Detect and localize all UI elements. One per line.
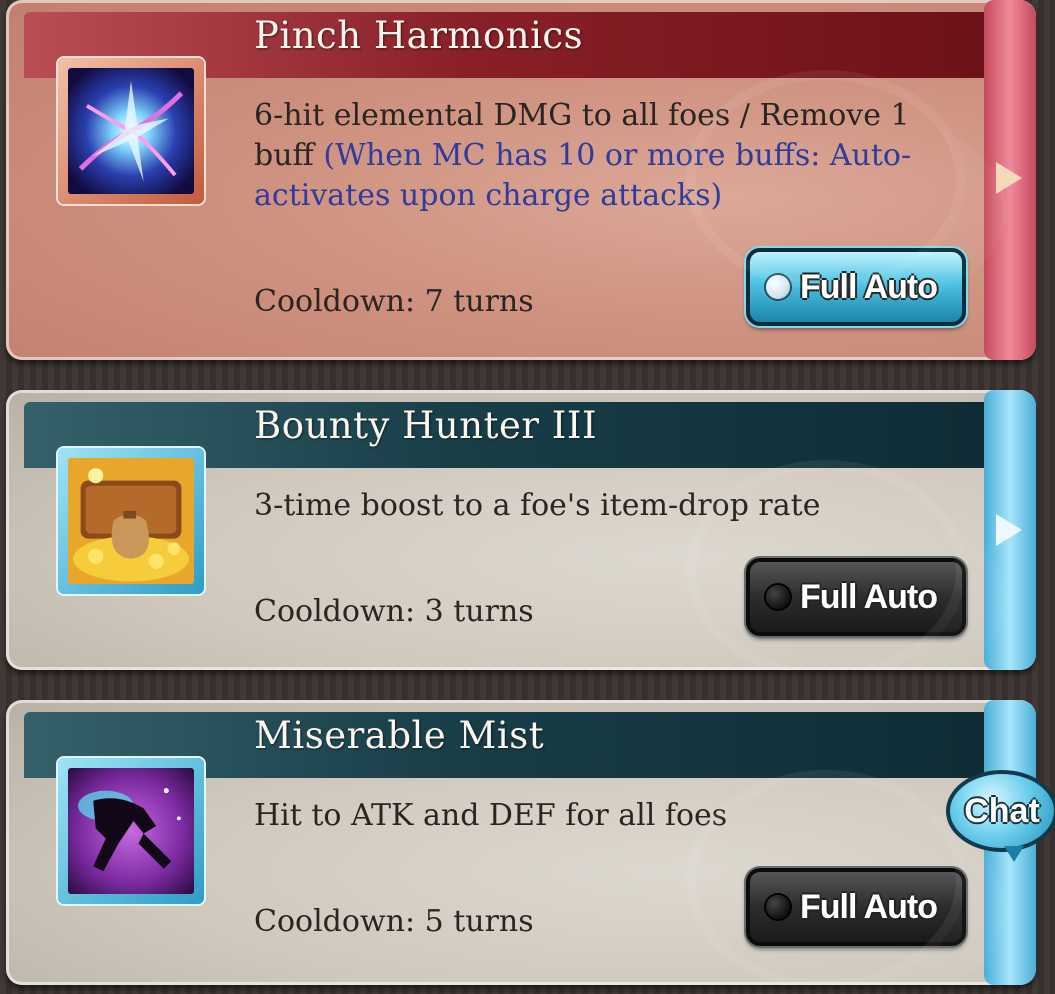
- skill-card-miserable-mist[interactable]: Miserable Mist Hit to ATK and DEF for al…: [6, 700, 1036, 985]
- skill-cooldown: Cooldown: 3 turns: [254, 594, 534, 629]
- toggle-indicator-icon: [766, 585, 790, 609]
- skill-description: Hit to ATK and DEF for all foes: [254, 798, 728, 833]
- skill-detail-tab[interactable]: [984, 390, 1036, 670]
- poison-mist-figure-icon: [68, 768, 194, 894]
- skill-condition-text: (When MC has 10 or more buffs: Auto-acti…: [254, 138, 912, 213]
- skill-icon-frame[interactable]: [58, 58, 204, 204]
- skill-icon-frame[interactable]: [58, 448, 204, 594]
- toggle-indicator-icon: [766, 895, 790, 919]
- full-auto-label: Full Auto: [800, 267, 938, 306]
- skill-description: 3-time boost to a foe's item-drop rate: [254, 488, 821, 523]
- skill-cooldown: Cooldown: 5 turns: [254, 904, 534, 939]
- arrow-right-icon: [996, 162, 1022, 194]
- chat-label: Chat: [964, 791, 1040, 830]
- toggle-indicator-icon: [766, 275, 790, 299]
- skill-detail-tab[interactable]: [984, 0, 1036, 360]
- full-auto-toggle[interactable]: Full Auto: [746, 868, 966, 946]
- skill-icon-frame[interactable]: [58, 758, 204, 904]
- skill-name: Bounty Hunter III: [254, 404, 598, 447]
- full-auto-toggle[interactable]: Full Auto: [746, 558, 966, 636]
- treasure-chest-icon: [68, 458, 194, 584]
- skill-name: Miserable Mist: [254, 714, 545, 757]
- full-auto-label: Full Auto: [800, 577, 938, 616]
- skill-card-pinch-harmonics[interactable]: Pinch Harmonics 6-hit elemental DMG to a…: [6, 0, 1036, 360]
- skill-name: Pinch Harmonics: [254, 14, 584, 57]
- arrow-right-icon: [996, 514, 1022, 546]
- skill-cooldown: Cooldown: 7 turns: [254, 284, 534, 319]
- chat-button[interactable]: Chat: [946, 770, 1055, 862]
- full-auto-toggle[interactable]: Full Auto: [746, 248, 966, 326]
- full-auto-label: Full Auto: [800, 887, 938, 926]
- skill-description: 6-hit elemental DMG to all foes / Remove…: [254, 96, 934, 216]
- skill-card-bounty-hunter[interactable]: Bounty Hunter III 3-time boost to a foe'…: [6, 390, 1036, 670]
- lightning-burst-icon: [68, 68, 194, 194]
